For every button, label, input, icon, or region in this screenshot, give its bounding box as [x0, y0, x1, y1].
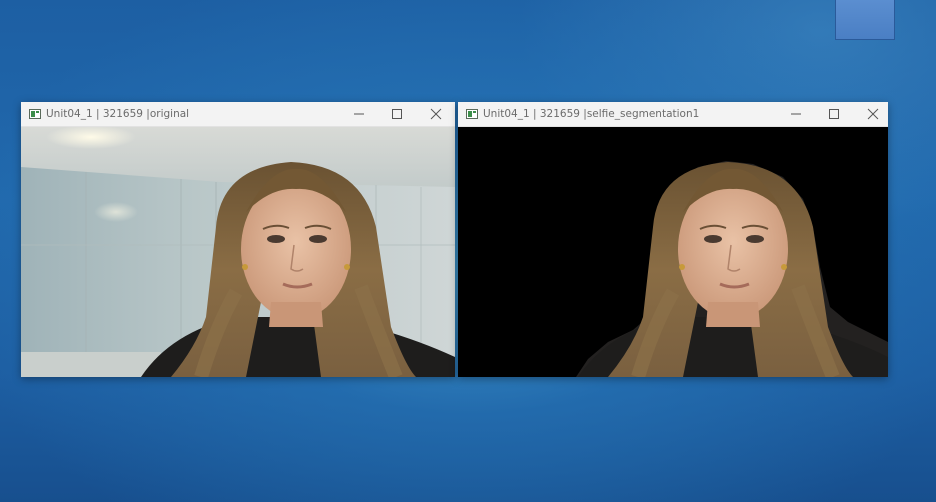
minimize-icon[interactable] — [350, 106, 368, 122]
desktop-tile[interactable] — [835, 0, 895, 40]
maximize-icon[interactable] — [388, 106, 406, 122]
window-title: Unit04_1 | 321659 |selfie_segmentation1 — [483, 108, 700, 120]
close-icon[interactable] — [864, 106, 882, 122]
window-segmentation[interactable]: Unit04_1 | 321659 |selfie_segmentation1 — [458, 102, 888, 377]
camera-image-original — [21, 127, 455, 377]
window-title: Unit04_1 | 321659 |original — [46, 108, 190, 120]
camera-frame-original — [21, 127, 455, 377]
titlebar-original[interactable]: Unit04_1 | 321659 |original — [21, 102, 455, 127]
window-original[interactable]: Unit04_1 | 321659 |original — [21, 102, 455, 377]
app-icon — [466, 109, 478, 119]
minimize-icon[interactable] — [787, 106, 805, 122]
maximize-icon[interactable] — [825, 106, 843, 122]
desktop-background: Unit04_1 | 321659 |original Unit04_1 | 3… — [0, 0, 936, 502]
camera-image-segmentation — [458, 127, 888, 377]
app-icon — [29, 109, 41, 119]
titlebar-segmentation[interactable]: Unit04_1 | 321659 |selfie_segmentation1 — [458, 102, 888, 127]
camera-frame-segmentation — [458, 127, 888, 377]
close-icon[interactable] — [427, 106, 445, 122]
